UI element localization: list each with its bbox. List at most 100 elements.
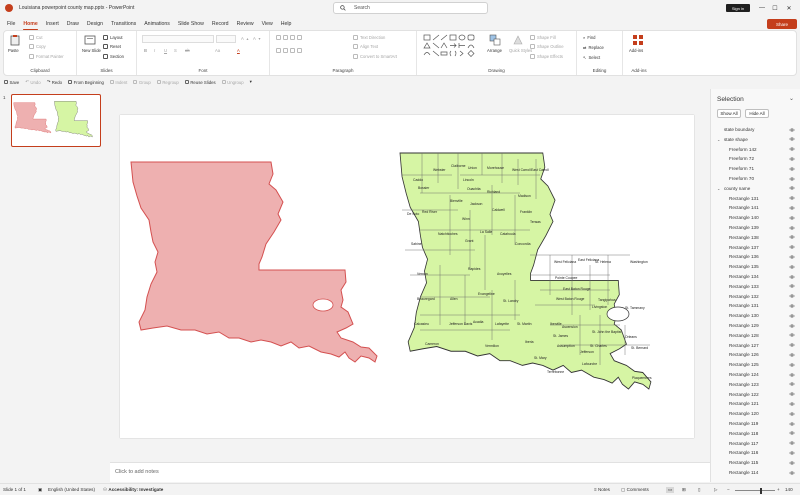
visibility-eye-icon[interactable] bbox=[789, 471, 795, 475]
tab-draw[interactable]: Draw bbox=[63, 21, 83, 30]
selection-item[interactable]: Rectangle 141 bbox=[711, 203, 800, 213]
selection-item[interactable]: Rectangle 132 bbox=[711, 292, 800, 302]
visibility-eye-icon[interactable] bbox=[789, 137, 795, 141]
shadow-button[interactable]: S bbox=[174, 48, 177, 53]
visibility-eye-icon[interactable] bbox=[789, 441, 795, 445]
selection-item[interactable]: Rectangle 117 bbox=[711, 439, 800, 449]
notes-pane[interactable]: Click to add notes bbox=[110, 462, 710, 482]
visibility-eye-icon[interactable] bbox=[789, 343, 795, 347]
text-direction-button[interactable]: Text Direction bbox=[353, 35, 385, 40]
selection-item[interactable]: ⌄ state shape bbox=[711, 135, 800, 145]
ungroup-button[interactable]: Ungroup bbox=[221, 80, 244, 85]
selection-item[interactable]: Rectangle 126 bbox=[711, 350, 800, 360]
reading-view-icon[interactable]: ▯ bbox=[698, 487, 701, 493]
visibility-eye-icon[interactable] bbox=[789, 294, 795, 298]
sign-in-button[interactable]: Sign in bbox=[726, 4, 750, 12]
visibility-eye-icon[interactable] bbox=[789, 157, 795, 161]
selection-item[interactable]: Rectangle 138 bbox=[711, 233, 800, 243]
selection-item[interactable]: Rectangle 125 bbox=[711, 360, 800, 370]
find-button[interactable]: ⌕ Find bbox=[583, 35, 596, 40]
language-status[interactable]: English (United States) bbox=[48, 487, 95, 492]
selection-item[interactable]: Rectangle 131 bbox=[711, 301, 800, 311]
shape-outline-button[interactable]: Shape Outline bbox=[530, 44, 564, 49]
selection-item[interactable]: Rectangle 122 bbox=[711, 390, 800, 400]
hide-all-button[interactable]: Hide All bbox=[745, 109, 769, 118]
visibility-eye-icon[interactable] bbox=[789, 304, 795, 308]
selection-item[interactable]: Rectangle 118 bbox=[711, 429, 800, 439]
underline-button[interactable]: U bbox=[164, 48, 167, 53]
visibility-eye-icon[interactable] bbox=[789, 402, 795, 406]
align-buttons[interactable] bbox=[276, 48, 302, 53]
show-all-button[interactable]: Show All bbox=[717, 109, 741, 118]
visibility-eye-icon[interactable] bbox=[789, 167, 795, 171]
copy-button[interactable]: Copy bbox=[29, 44, 46, 49]
align-text-button[interactable]: Align Text bbox=[353, 44, 378, 49]
visibility-eye-icon[interactable] bbox=[789, 245, 795, 249]
close-button[interactable]: ✕ bbox=[784, 3, 794, 13]
visibility-eye-icon[interactable] bbox=[789, 392, 795, 396]
tab-record[interactable]: Record bbox=[208, 21, 233, 30]
visibility-eye-icon[interactable] bbox=[789, 216, 795, 220]
change-case-button[interactable]: Aa bbox=[215, 48, 220, 53]
visibility-eye-icon[interactable] bbox=[789, 177, 795, 181]
selection-item[interactable]: Rectangle 121 bbox=[711, 399, 800, 409]
addins-button[interactable]: Add-ins bbox=[629, 48, 643, 53]
font-size-dropdown[interactable] bbox=[216, 35, 236, 43]
visibility-eye-icon[interactable] bbox=[789, 422, 795, 426]
visibility-eye-icon[interactable] bbox=[789, 206, 795, 210]
section-button[interactable]: Section bbox=[103, 54, 124, 59]
tab-design[interactable]: Design bbox=[83, 21, 107, 30]
quick-styles-button[interactable]: Quick Styles bbox=[509, 48, 532, 53]
new-slide-button[interactable]: New Slide bbox=[82, 48, 101, 53]
tab-slide-show[interactable]: Slide Show bbox=[174, 21, 208, 30]
layout-button[interactable]: Layout bbox=[103, 35, 123, 40]
group-expand-chevron-icon[interactable]: ⌄ bbox=[717, 186, 720, 191]
tab-review[interactable]: Review bbox=[233, 21, 258, 30]
selection-item[interactable]: Rectangle 127 bbox=[711, 341, 800, 351]
visibility-eye-icon[interactable] bbox=[789, 461, 795, 465]
selection-item[interactable]: Rectangle 114 bbox=[711, 468, 800, 478]
slide-canvas[interactable]: Caddo Bossier Webster Claiborne Union Morehou… bbox=[120, 115, 694, 438]
visibility-eye-icon[interactable] bbox=[789, 128, 795, 132]
visibility-eye-icon[interactable] bbox=[789, 382, 795, 386]
reset-button[interactable]: Reset bbox=[103, 44, 121, 49]
visibility-eye-icon[interactable] bbox=[789, 186, 795, 190]
visibility-eye-icon[interactable] bbox=[789, 451, 795, 455]
tab-view[interactable]: View bbox=[258, 21, 277, 30]
cut-button[interactable]: Cut bbox=[29, 35, 43, 40]
visibility-eye-icon[interactable] bbox=[789, 147, 795, 151]
zoom-in-button[interactable]: + bbox=[777, 487, 780, 492]
pane-options-chevron-icon[interactable]: ⌄ bbox=[789, 95, 794, 102]
selection-item[interactable]: Freeform 72 bbox=[711, 154, 800, 164]
select-button[interactable]: ↖ Select bbox=[583, 55, 600, 60]
save-button[interactable]: Save bbox=[4, 80, 19, 85]
minimize-button[interactable]: — bbox=[757, 3, 767, 13]
customize-qat-chevron-icon[interactable]: ▾ bbox=[250, 79, 252, 85]
shape-effects-button[interactable]: Shape Effects bbox=[530, 54, 563, 59]
slideshow-view-icon[interactable]: ▷ bbox=[714, 487, 718, 493]
selection-item[interactable]: Rectangle 115 bbox=[711, 458, 800, 468]
tab-insert[interactable]: Insert bbox=[42, 21, 63, 30]
indent-button[interactable]: Indent bbox=[109, 80, 127, 85]
selection-item[interactable]: state boundary bbox=[711, 125, 800, 135]
visibility-eye-icon[interactable] bbox=[789, 363, 795, 367]
visibility-eye-icon[interactable] bbox=[789, 284, 795, 288]
zoom-level[interactable]: 140 bbox=[785, 487, 793, 492]
group-button[interactable]: Group bbox=[133, 80, 151, 85]
selection-item[interactable]: Freeform 142 bbox=[711, 145, 800, 155]
visibility-eye-icon[interactable] bbox=[789, 333, 795, 337]
visibility-eye-icon[interactable] bbox=[789, 235, 795, 239]
tab-file[interactable]: File bbox=[3, 21, 19, 30]
selection-item[interactable]: Rectangle 124 bbox=[711, 370, 800, 380]
selection-item[interactable]: Rectangle 133 bbox=[711, 282, 800, 292]
visibility-eye-icon[interactable] bbox=[789, 373, 795, 377]
tab-transitions[interactable]: Transitions bbox=[107, 21, 140, 30]
visibility-eye-icon[interactable] bbox=[789, 431, 795, 435]
selection-item[interactable]: Rectangle 120 bbox=[711, 409, 800, 419]
slide-sorter-icon[interactable]: ⊞ bbox=[682, 487, 686, 493]
selection-item[interactable]: Rectangle 136 bbox=[711, 252, 800, 262]
selection-item[interactable]: ⌄ county name bbox=[711, 184, 800, 194]
bold-button[interactable]: B bbox=[144, 48, 147, 53]
group-expand-chevron-icon[interactable]: ⌄ bbox=[717, 137, 720, 142]
zoom-out-button[interactable]: − bbox=[727, 487, 730, 492]
